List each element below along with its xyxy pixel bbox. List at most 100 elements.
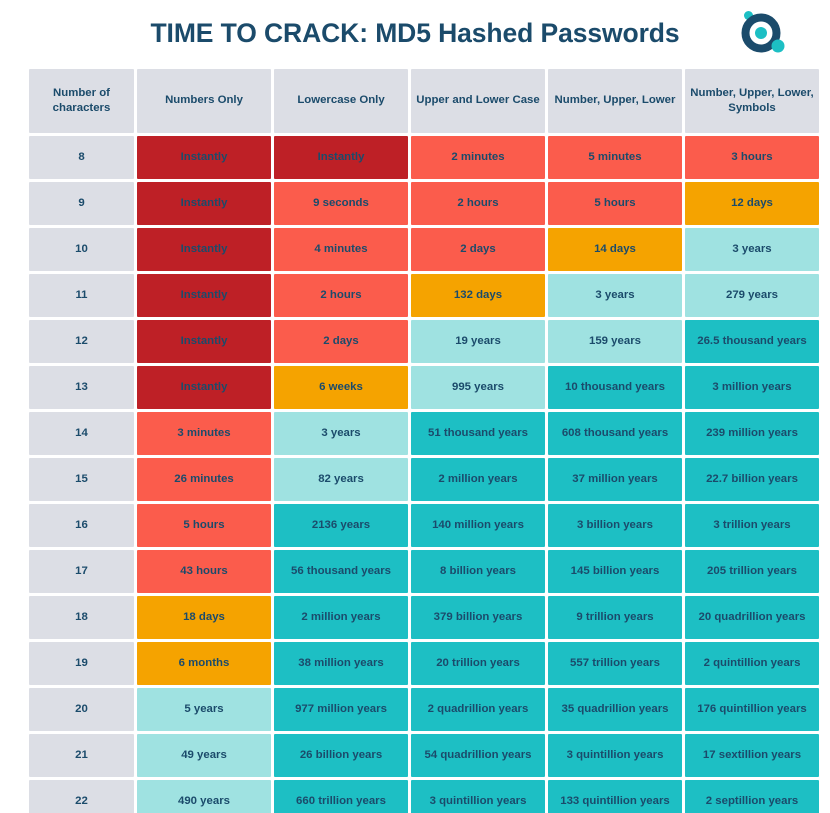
table-row: 19 6 months 38 million years 20 trillion ye… [29, 642, 819, 685]
crack-time-cell: 35 quadrillion years [548, 688, 682, 731]
crack-time-cell: 995 years [411, 366, 545, 409]
crack-time-cell: 557 trillion years [548, 642, 682, 685]
crack-time-cell: 132 days [411, 274, 545, 317]
crack-time-cell: 140 million years [411, 504, 545, 547]
page-title: TIME TO CRACK: MD5 Hashed Passwords [150, 17, 680, 48]
crack-time-cell: 2 days [274, 320, 408, 363]
crack-time-cell: 37 million years [548, 458, 682, 501]
row-label-character-count: 12 [29, 320, 134, 363]
crack-time-cell: 38 million years [274, 642, 408, 685]
crack-time-cell: 2136 years [274, 504, 408, 547]
crack-time-cell: 10 thousand years [548, 366, 682, 409]
table-row: 15 26 minutes 82 years 2 million years 37 mi… [29, 458, 819, 501]
table-row: 17 43 hours 56 thousand years 8 billion yea… [29, 550, 819, 593]
table-row: 18 18 days 2 million years 379 billion year… [29, 596, 819, 639]
table-row: 9 Instantly 9 seconds 2 hours 5 hours 12 days [29, 182, 819, 225]
table-row: 12 Instantly 2 days 19 years 159 years 26.5 t… [29, 320, 819, 363]
crack-time-cell: 5 hours [548, 182, 682, 225]
crack-time-cell: 20 trillion years [411, 642, 545, 685]
crack-time-cell: 145 billion years [548, 550, 682, 593]
row-label-character-count: 22 [29, 780, 134, 813]
crack-time-cell: 3 years [274, 412, 408, 455]
column-header-4: Number, Upper, Lower [548, 69, 682, 133]
table-row: 10 Instantly 4 minutes 2 days 14 days 3 years [29, 228, 819, 271]
row-label-character-count: 15 [29, 458, 134, 501]
crack-time-cell: 2 hours [411, 182, 545, 225]
table-row: 13 Instantly 6 weeks 995 years 10 thousand y… [29, 366, 819, 409]
crack-time-cell: 205 trillion years [685, 550, 819, 593]
table-body: 8 Instantly Instantly 2 minutes 5 minutes 3 h… [29, 136, 819, 813]
crack-time-cell: 54 quadrillion years [411, 734, 545, 777]
crack-time-cell: 3 years [548, 274, 682, 317]
crack-time-cell: 5 hours [137, 504, 271, 547]
column-header-0: Number of characters [29, 69, 134, 133]
table-row: 20 5 years 977 million years 2 quadrillion … [29, 688, 819, 731]
crack-time-cell: 4 minutes [274, 228, 408, 271]
crack-time-cell: 3 years [685, 228, 819, 271]
crack-time-cell: 2 million years [411, 458, 545, 501]
crack-time-cell: 3 billion years [548, 504, 682, 547]
row-label-character-count: 18 [29, 596, 134, 639]
crack-time-cell: 82 years [274, 458, 408, 501]
row-label-character-count: 16 [29, 504, 134, 547]
crack-time-cell: 6 weeks [274, 366, 408, 409]
table-row: 8 Instantly Instantly 2 minutes 5 minutes 3 h… [29, 136, 819, 179]
row-label-character-count: 14 [29, 412, 134, 455]
infographic-page: TIME TO CRACK: MD5 Hashed Passwords Numb… [0, 0, 830, 813]
crack-time-cell: 660 trillion years [274, 780, 408, 813]
crack-time-cell: 3 trillion years [685, 504, 819, 547]
column-header-2: Lowercase Only [274, 69, 408, 133]
crack-time-cell: 5 minutes [548, 136, 682, 179]
table-row: 11 Instantly 2 hours 132 days 3 years 279 yea… [29, 274, 819, 317]
crack-time-cell: Instantly [137, 274, 271, 317]
crack-time-cell: 176 quintillion years [685, 688, 819, 731]
crack-time-cell: 6 months [137, 642, 271, 685]
crack-time-cell: 2 septillion years [685, 780, 819, 813]
crack-time-cell: 379 billion years [411, 596, 545, 639]
table-header: Number of characters Numbers Only Lowercas… [29, 69, 819, 133]
crack-time-cell: 56 thousand years [274, 550, 408, 593]
crack-time-cell: 2 quintillion years [685, 642, 819, 685]
crack-time-cell: 3 minutes [137, 412, 271, 455]
row-label-character-count: 13 [29, 366, 134, 409]
table-header-row: Number of characters Numbers Only Lowercas… [29, 69, 819, 133]
crack-time-cell: 133 quintillion years [548, 780, 682, 813]
crack-time-cell: 51 thousand years [411, 412, 545, 455]
crack-time-cell: 3 million years [685, 366, 819, 409]
crack-time-cell: 608 thousand years [548, 412, 682, 455]
crack-time-cell: Instantly [137, 136, 271, 179]
crack-time-cell: 279 years [685, 274, 819, 317]
crack-time-cell: 22.7 billion years [685, 458, 819, 501]
column-header-5: Number, Upper, Lower, Symbols [685, 69, 819, 133]
crack-time-cell: 17 sextillion years [685, 734, 819, 777]
crack-time-cell: 12 days [685, 182, 819, 225]
table-row: 21 49 years 26 billion years 54 quadrillion… [29, 734, 819, 777]
crack-time-cell: 2 minutes [411, 136, 545, 179]
crack-time-cell: 2 quadrillion years [411, 688, 545, 731]
crack-time-cell: 490 years [137, 780, 271, 813]
crack-time-cell: Instantly [137, 228, 271, 271]
row-label-character-count: 11 [29, 274, 134, 317]
crack-time-cell: 14 days [548, 228, 682, 271]
crack-time-cell: 18 days [137, 596, 271, 639]
crack-time-cell: 2 million years [274, 596, 408, 639]
crack-time-cell: 159 years [548, 320, 682, 363]
crack-time-cell: 9 trillion years [548, 596, 682, 639]
crack-time-cell: Instantly [137, 320, 271, 363]
row-label-character-count: 8 [29, 136, 134, 179]
crack-time-cell: 9 seconds [274, 182, 408, 225]
crack-time-cell: 239 million years [685, 412, 819, 455]
crack-time-cell: Instantly [274, 136, 408, 179]
crack-time-cell: 2 days [411, 228, 545, 271]
row-label-character-count: 20 [29, 688, 134, 731]
page-header: TIME TO CRACK: MD5 Hashed Passwords [0, 0, 830, 66]
crack-time-cell: 5 years [137, 688, 271, 731]
crack-time-cell: 977 million years [274, 688, 408, 731]
crack-time-cell: 43 hours [137, 550, 271, 593]
crack-time-cell: 26.5 thousand years [685, 320, 819, 363]
crack-time-cell: Instantly [137, 182, 271, 225]
row-label-character-count: 9 [29, 182, 134, 225]
time-to-crack-table: Number of characters Numbers Only Lowercas… [26, 66, 822, 813]
brand-logo-icon [741, 11, 785, 53]
row-label-character-count: 21 [29, 734, 134, 777]
